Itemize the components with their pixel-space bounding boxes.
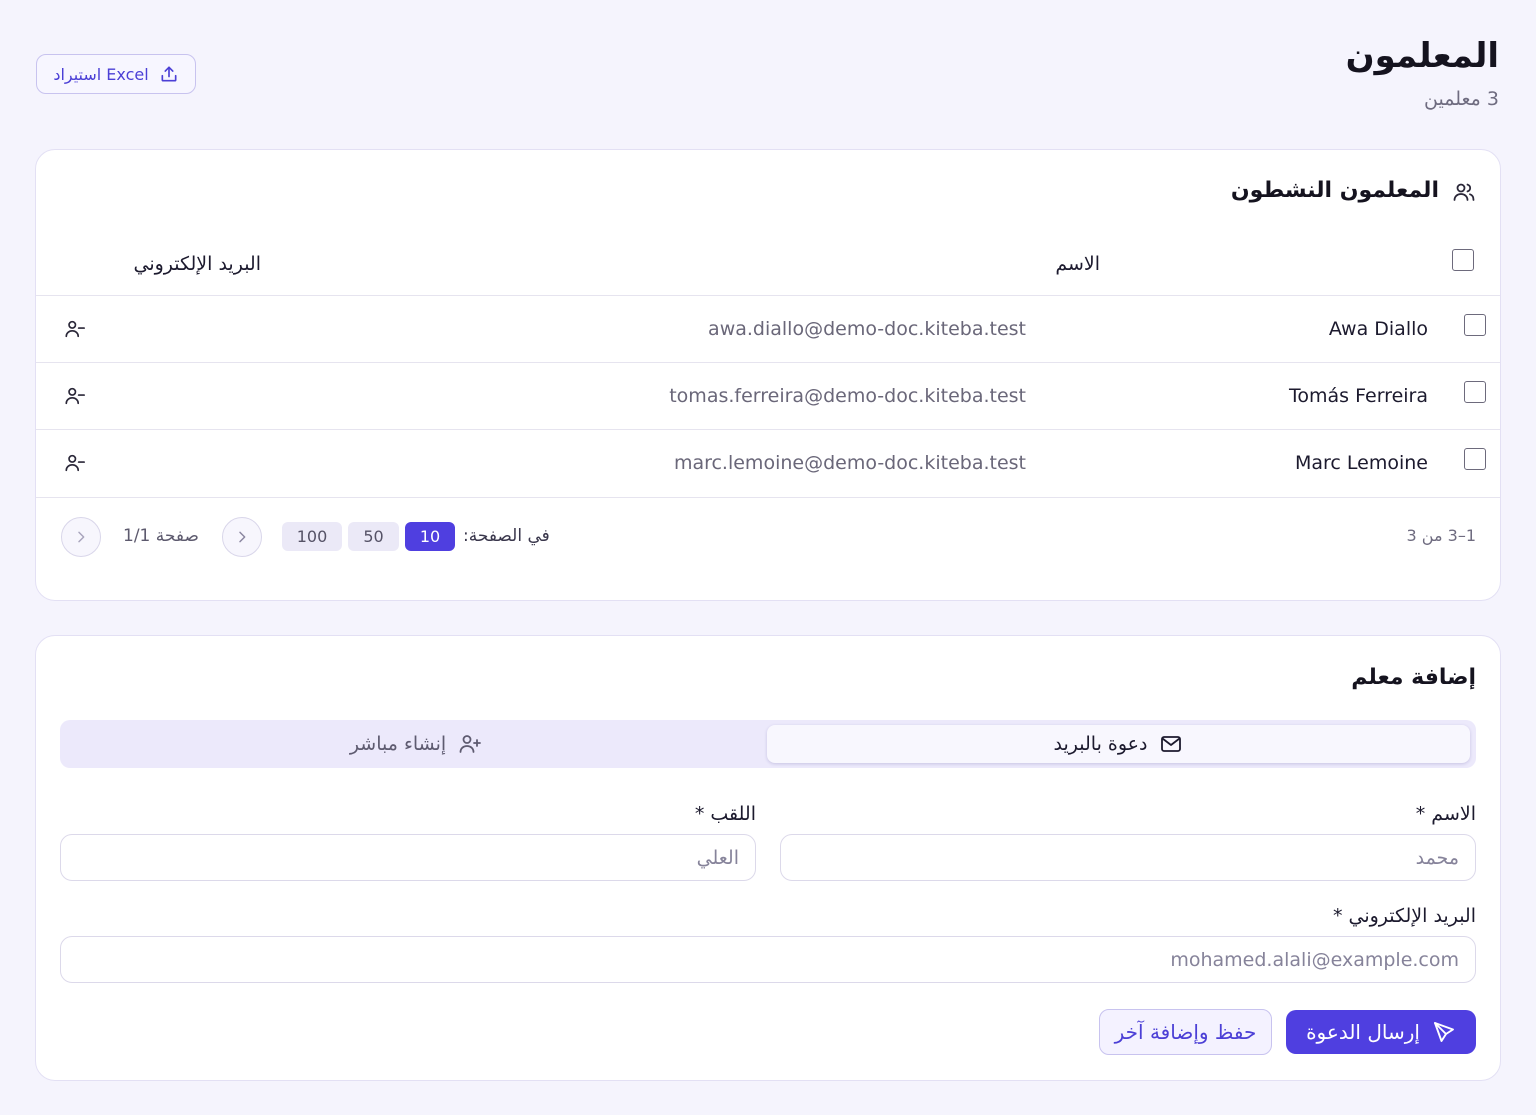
import-excel-button[interactable]: استيراد Excel [36,54,196,94]
divider [36,497,1500,498]
save-and-add-another-button[interactable]: حفظ وإضافة آخر [1099,1009,1272,1055]
table-row: Marc Lemoine marc.lemoine@demo-doc.kiteb… [36,430,1500,497]
last-name-input[interactable] [60,834,756,881]
page-size-50[interactable]: 50 [348,522,399,551]
add-teacher-card: إضافة معلم دعوة بالبريد إنشاء مباشر الاس… [35,635,1501,1081]
column-header-name: الاسم [1055,253,1100,275]
last-page-button[interactable] [61,517,101,557]
select-all-checkbox[interactable] [1452,249,1474,271]
teacher-name: Tomás Ferreira [1289,385,1428,407]
page-title: المعلمون [1345,36,1499,76]
table-row: Awa Diallo awa.diallo@demo-doc.kiteba.te… [36,296,1500,363]
page-size-10[interactable]: 10 [405,522,455,551]
teacher-email: marc.lemoine@demo-doc.kiteba.test [673,452,1026,474]
tab-email-invite[interactable]: دعوة بالبريد [767,725,1470,763]
per-page-label: في الصفحة: [463,526,550,546]
email-label: البريد الإلكتروني * [1332,905,1476,927]
mail-icon [1161,736,1182,752]
send-invite-label: إرسال الدعوة [1306,1020,1420,1044]
add-user-icon [459,735,482,753]
users-icon [1452,180,1476,204]
add-teacher-title: إضافة معلم [1351,665,1476,690]
row-checkbox[interactable] [1464,381,1486,403]
page-info: صفحة 1/1 [123,526,199,546]
tab-direct-create[interactable]: إنشاء مباشر [66,725,766,763]
row-checkbox[interactable] [1464,448,1486,470]
import-excel-label: استيراد Excel [53,64,149,84]
remove-user-icon[interactable] [64,318,86,340]
chevron-right-icon [239,531,246,543]
upload-icon [161,66,177,82]
next-page-button[interactable] [222,517,262,557]
add-mode-tabs: دعوة بالبريد إنشاء مباشر [60,720,1476,768]
chevron-right-icon [78,531,85,543]
column-header-email: البريد الإلكتروني [133,253,262,275]
first-name-input[interactable] [780,834,1476,881]
last-name-label: اللقب * [694,803,756,825]
send-invite-button[interactable]: إرسال الدعوة [1286,1010,1476,1054]
teacher-name: Awa Diallo [1328,318,1428,340]
teacher-email: awa.diallo@demo-doc.kiteba.test [708,318,1026,340]
remove-user-icon[interactable] [64,385,86,407]
teacher-email: tomas.ferreira@demo-doc.kiteba.test [669,385,1026,407]
remove-user-icon[interactable] [64,452,86,474]
table-row: Tomás Ferreira tomas.ferreira@demo-doc.k… [36,363,1500,430]
send-icon [1433,1022,1454,1042]
tab-direct-create-label: إنشاء مباشر [349,733,447,755]
teacher-count: 3 معلمين [1424,88,1499,110]
tab-email-invite-label: دعوة بالبريد [1053,733,1148,755]
teacher-name: Marc Lemoine [1295,452,1428,474]
page-size-100[interactable]: 100 [282,522,342,551]
email-input[interactable] [60,936,1476,983]
active-teachers-title: المعلمون النشطون [1230,178,1439,203]
active-teachers-card: المعلمون النشطون الاسم البريد الإلكتروني… [35,149,1501,601]
row-checkbox[interactable] [1464,314,1486,336]
pagination-count: 1–3 من 3 [1406,526,1476,545]
first-name-label: الاسم * [1415,803,1476,825]
